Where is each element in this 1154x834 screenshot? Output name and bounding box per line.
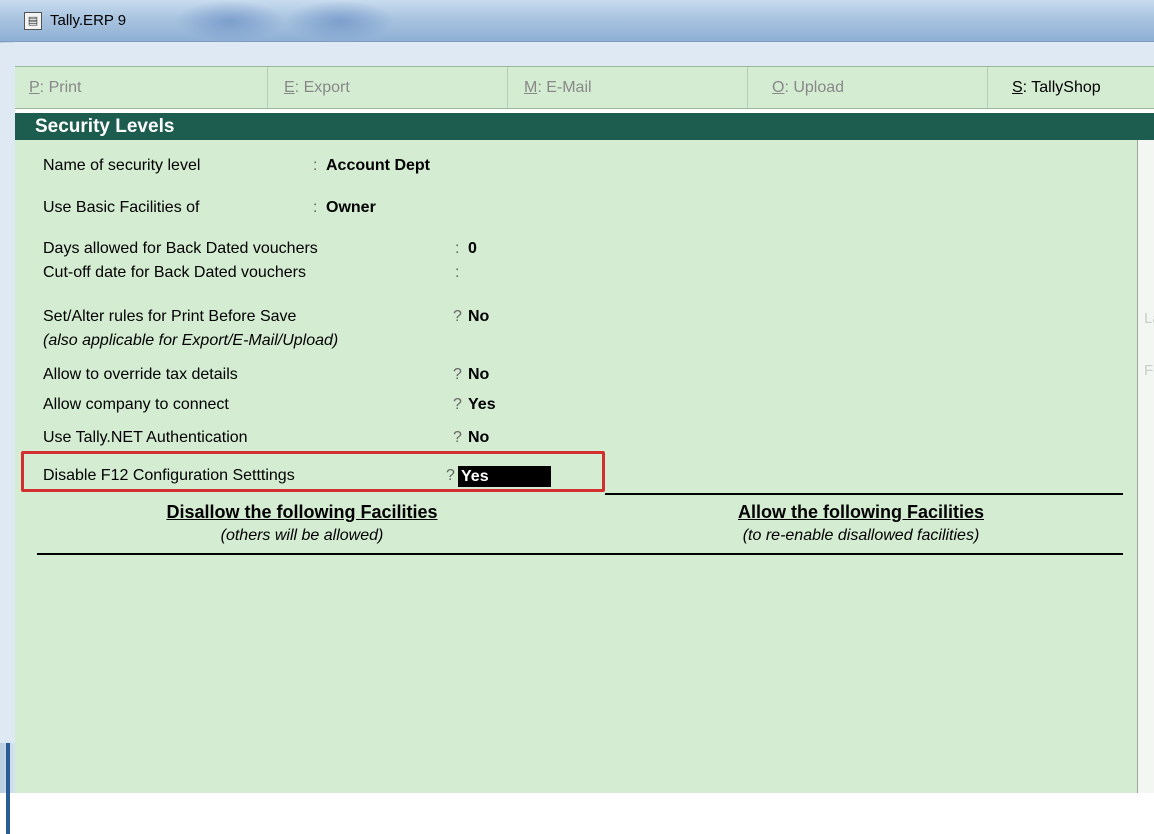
name-row: Name of security level : Account Dept [43,157,430,175]
print-before-save-row: Set/Alter rules for Print Before Save ? … [43,308,489,326]
override-tax-label: Allow to override tax details [43,366,238,383]
company-connect-separator: ? [453,396,462,413]
override-tax-row: Allow to override tax details ? No [43,366,489,384]
facilities-divider [37,553,1123,555]
tallynet-auth-label: Use Tally.NET Authentication [43,429,248,446]
print-label: : Print [39,79,82,96]
tallynet-auth-separator: ? [453,429,462,446]
print-shortcut-key: P [29,79,40,96]
allow-facilities-heading: Allow the following Facilities [737,502,984,522]
override-tax-separator: ? [453,366,462,383]
company-connect-row: Allow company to connect ? Yes [43,396,496,414]
tallyshop-button[interactable]: S: TallyShop [988,67,1154,108]
upload-shortcut-key: O [772,79,785,96]
security-level-form: Name of security level : Account Dept Us… [15,140,1137,793]
basic-facilities-row: Use Basic Facilities of : Owner [43,199,376,217]
print-before-save-separator: ? [453,308,462,325]
cutoff-date-row: Cut-off date for Back Dated vouchers : [43,264,459,282]
export-button[interactable]: E: Export [268,67,508,108]
right-info-panel: La Fe [1137,140,1154,793]
name-separator: : [313,157,318,174]
days-allowed-separator: : [455,240,460,257]
disable-f12-row: Disable F12 Configuration Setttings ? [43,467,455,485]
disable-f12-separator: ? [446,467,455,484]
basic-facilities-separator: : [313,199,318,216]
email-shortcut-key: M [524,79,538,96]
window-title: Tally.ERP 9 [50,12,127,29]
name-label: Name of security level [43,157,201,174]
export-shortcut-key: E [284,79,295,96]
print-button[interactable]: P: Print [15,67,268,108]
print-before-save-value[interactable]: No [468,308,489,326]
divider-line [605,493,1123,495]
window-titlebar: ▤ Tally.ERP 9 [0,0,1154,42]
days-allowed-value[interactable]: 0 [468,240,477,258]
allow-facilities-subtitle: (to re-enable disallowed facilities) [742,527,980,544]
cutoff-date-separator[interactable]: : [455,264,459,282]
cutoff-date-label: Cut-off date for Back Dated vouchers [43,264,306,281]
upload-button[interactable]: O: Upload [748,67,988,108]
tally-app-icon[interactable]: ▤ [24,12,42,30]
disallow-facilities-heading: Disallow the following Facilities [166,502,438,522]
upload-label: : Upload [784,79,845,96]
basic-facilities-value[interactable]: Owner [326,199,376,217]
titlebar-glow [175,0,285,42]
basic-facilities-label: Use Basic Facilities of [43,199,200,216]
tallyshop-label: : TallyShop [1022,79,1101,96]
print-before-save-note: (also applicable for Export/E-Mail/Uploa… [43,332,339,349]
override-tax-value[interactable]: No [468,366,489,384]
tallynet-auth-value[interactable]: No [468,429,489,447]
days-allowed-row: Days allowed for Back Dated vouchers : 0 [43,240,477,258]
tallynet-auth-row: Use Tally.NET Authentication ? No [43,429,489,447]
disable-f12-value[interactable]: Yes [458,466,551,487]
export-label: : Export [294,79,350,96]
disable-f12-label: Disable F12 Configuration Setttings [43,467,295,484]
page-title: Security Levels [15,113,1154,140]
print-before-save-label: Set/Alter rules for Print Before Save [43,308,297,325]
right-panel-faded-text: Fe [1144,362,1154,379]
company-connect-value[interactable]: Yes [468,396,496,414]
email-label: : E-Mail [537,79,592,96]
top-gap [15,42,1154,66]
days-allowed-label: Days allowed for Back Dated vouchers [43,240,318,257]
right-panel-faded-text: La [1144,310,1154,327]
disallow-facilities-subtitle: (others will be allowed) [220,527,384,544]
button-bar: P: Print E: Export M: E-Mail O: Upload S… [0,43,1154,743]
tallyshop-shortcut-key: S [1012,79,1023,96]
email-button[interactable]: M: E-Mail [508,67,748,108]
name-value[interactable]: Account Dept [326,157,430,175]
company-connect-label: Allow company to connect [43,396,229,413]
titlebar-glow [285,0,395,42]
